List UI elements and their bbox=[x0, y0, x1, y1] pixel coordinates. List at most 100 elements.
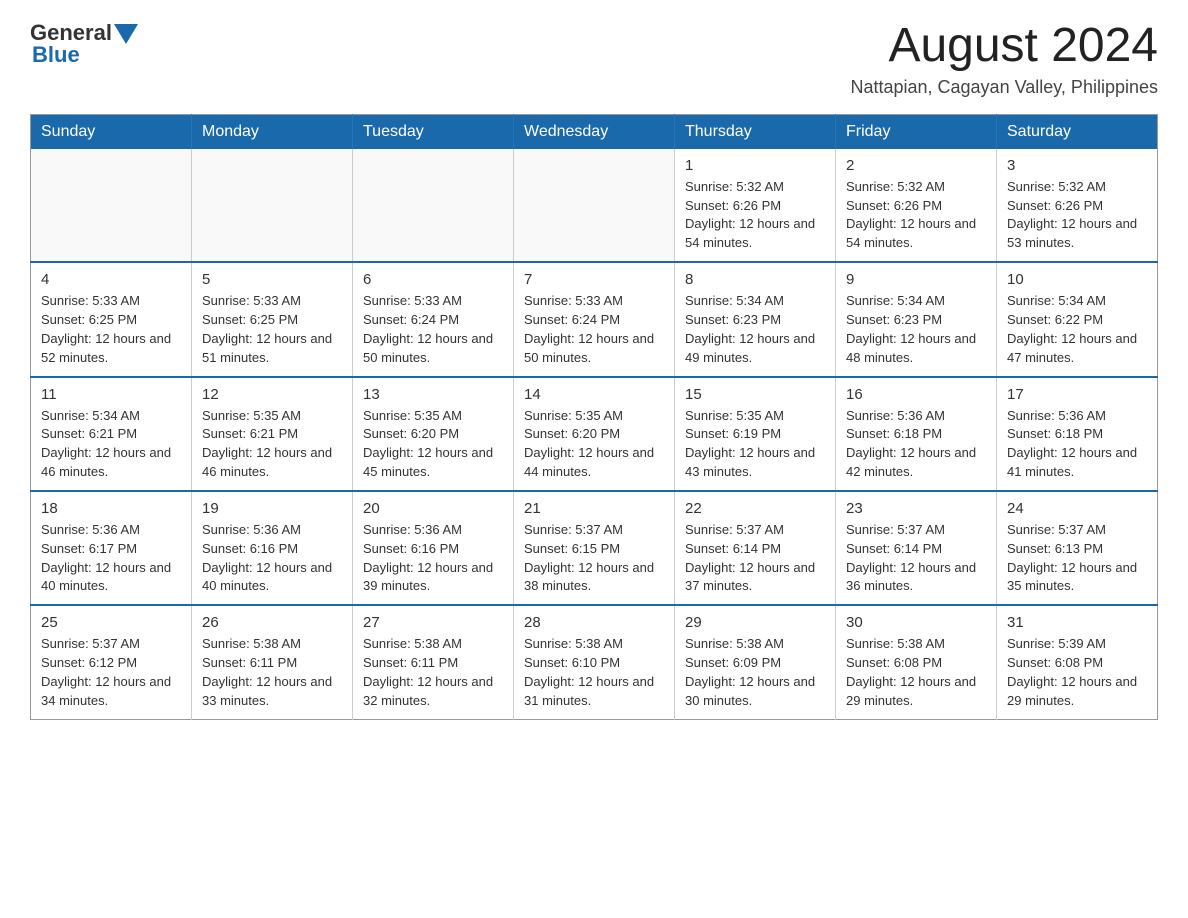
logo-blue-text: Blue bbox=[32, 42, 80, 68]
calendar-cell: 4Sunrise: 5:33 AM Sunset: 6:25 PM Daylig… bbox=[31, 262, 192, 376]
day-number: 24 bbox=[1007, 500, 1147, 517]
calendar-cell: 23 Sunrise: 5:37 AM Sunset: 6:14 PM Dayli… bbox=[836, 491, 997, 605]
day-number: 26 bbox=[202, 614, 342, 631]
day-info: Sunrise: 5:37 AM Sunset: 6:13 PM Dayligh… bbox=[1007, 521, 1147, 596]
day-info: Sunrise: 5:34 AM Sunset: 6:23 PM Dayligh… bbox=[846, 292, 986, 367]
calendar-week-row: 11Sunrise: 5:34 AM Sunset: 6:21 PM Dayli… bbox=[31, 377, 1158, 491]
calendar-cell bbox=[353, 149, 514, 262]
calendar-week-row: 25 Sunrise: 5:37 AM Sunset: 6:12 PM Dayli… bbox=[31, 605, 1158, 719]
calendar-cell: 6 Sunrise: 5:33 AM Sunset: 6:24 PM Daylig… bbox=[353, 262, 514, 376]
calendar-cell: 21 Sunrise: 5:37 AM Sunset: 6:15 PM Dayli… bbox=[514, 491, 675, 605]
day-info: Sunrise: 5:32 AM Sunset: 6:26 PM Dayligh… bbox=[1007, 178, 1147, 253]
day-number: 11 bbox=[41, 386, 181, 403]
day-info: Sunrise: 5:37 AM Sunset: 6:12 PM Dayligh… bbox=[41, 635, 181, 710]
day-info: Sunrise: 5:35 AM Sunset: 6:20 PM Dayligh… bbox=[363, 407, 503, 482]
weekday-header-monday: Monday bbox=[192, 114, 353, 149]
day-info: Sunrise: 5:38 AM Sunset: 6:08 PM Dayligh… bbox=[846, 635, 986, 710]
day-number: 12 bbox=[202, 386, 342, 403]
calendar-cell: 31 Sunrise: 5:39 AM Sunset: 6:08 PM Dayli… bbox=[997, 605, 1158, 719]
day-info: Sunrise: 5:35 AM Sunset: 6:20 PM Dayligh… bbox=[524, 407, 664, 482]
day-number: 19 bbox=[202, 500, 342, 517]
day-info: Sunrise: 5:38 AM Sunset: 6:11 PM Dayligh… bbox=[202, 635, 342, 710]
calendar-cell: 11Sunrise: 5:34 AM Sunset: 6:21 PM Dayli… bbox=[31, 377, 192, 491]
day-info: Sunrise: 5:37 AM Sunset: 6:14 PM Dayligh… bbox=[846, 521, 986, 596]
day-number: 25 bbox=[41, 614, 181, 631]
day-info: Sunrise: 5:36 AM Sunset: 6:17 PM Dayligh… bbox=[41, 521, 181, 596]
day-number: 9 bbox=[846, 271, 986, 288]
calendar-cell: 19Sunrise: 5:36 AM Sunset: 6:16 PM Dayli… bbox=[192, 491, 353, 605]
weekday-header-thursday: Thursday bbox=[675, 114, 836, 149]
day-info: Sunrise: 5:37 AM Sunset: 6:15 PM Dayligh… bbox=[524, 521, 664, 596]
calendar-cell: 13 Sunrise: 5:35 AM Sunset: 6:20 PM Dayli… bbox=[353, 377, 514, 491]
day-number: 15 bbox=[685, 386, 825, 403]
day-number: 21 bbox=[524, 500, 664, 517]
calendar-table: SundayMondayTuesdayWednesdayThursdayFrid… bbox=[30, 114, 1158, 720]
day-number: 20 bbox=[363, 500, 503, 517]
day-info: Sunrise: 5:32 AM Sunset: 6:26 PM Dayligh… bbox=[685, 178, 825, 253]
calendar-week-row: 4Sunrise: 5:33 AM Sunset: 6:25 PM Daylig… bbox=[31, 262, 1158, 376]
day-info: Sunrise: 5:35 AM Sunset: 6:21 PM Dayligh… bbox=[202, 407, 342, 482]
day-info: Sunrise: 5:35 AM Sunset: 6:19 PM Dayligh… bbox=[685, 407, 825, 482]
day-info: Sunrise: 5:37 AM Sunset: 6:14 PM Dayligh… bbox=[685, 521, 825, 596]
calendar-cell: 24 Sunrise: 5:37 AM Sunset: 6:13 PM Dayli… bbox=[997, 491, 1158, 605]
day-number: 27 bbox=[363, 614, 503, 631]
day-number: 5 bbox=[202, 271, 342, 288]
calendar-cell bbox=[514, 149, 675, 262]
calendar-cell: 30 Sunrise: 5:38 AM Sunset: 6:08 PM Dayli… bbox=[836, 605, 997, 719]
calendar-cell: 14 Sunrise: 5:35 AM Sunset: 6:20 PM Dayli… bbox=[514, 377, 675, 491]
calendar-cell: 18Sunrise: 5:36 AM Sunset: 6:17 PM Dayli… bbox=[31, 491, 192, 605]
calendar-cell: 9 Sunrise: 5:34 AM Sunset: 6:23 PM Daylig… bbox=[836, 262, 997, 376]
calendar-week-row: 1Sunrise: 5:32 AM Sunset: 6:26 PM Daylig… bbox=[31, 149, 1158, 262]
calendar-cell bbox=[31, 149, 192, 262]
calendar-cell: 12 Sunrise: 5:35 AM Sunset: 6:21 PM Dayli… bbox=[192, 377, 353, 491]
calendar-cell: 25 Sunrise: 5:37 AM Sunset: 6:12 PM Dayli… bbox=[31, 605, 192, 719]
title-section: August 2024 Nattapian, Cagayan Valley, P… bbox=[850, 20, 1158, 98]
day-number: 2 bbox=[846, 157, 986, 174]
weekday-header-tuesday: Tuesday bbox=[353, 114, 514, 149]
calendar-cell: 16Sunrise: 5:36 AM Sunset: 6:18 PM Dayli… bbox=[836, 377, 997, 491]
day-number: 10 bbox=[1007, 271, 1147, 288]
day-number: 6 bbox=[363, 271, 503, 288]
day-info: Sunrise: 5:39 AM Sunset: 6:08 PM Dayligh… bbox=[1007, 635, 1147, 710]
day-number: 31 bbox=[1007, 614, 1147, 631]
logo: General Blue bbox=[30, 20, 138, 68]
day-number: 3 bbox=[1007, 157, 1147, 174]
weekday-header-friday: Friday bbox=[836, 114, 997, 149]
day-number: 14 bbox=[524, 386, 664, 403]
logo-triangle-icon bbox=[114, 24, 138, 44]
day-info: Sunrise: 5:36 AM Sunset: 6:18 PM Dayligh… bbox=[1007, 407, 1147, 482]
weekday-header-sunday: Sunday bbox=[31, 114, 192, 149]
calendar-cell: 3 Sunrise: 5:32 AM Sunset: 6:26 PM Daylig… bbox=[997, 149, 1158, 262]
calendar-header-row: SundayMondayTuesdayWednesdayThursdayFrid… bbox=[31, 114, 1158, 149]
day-info: Sunrise: 5:34 AM Sunset: 6:23 PM Dayligh… bbox=[685, 292, 825, 367]
day-number: 22 bbox=[685, 500, 825, 517]
month-year-title: August 2024 bbox=[850, 20, 1158, 73]
day-number: 30 bbox=[846, 614, 986, 631]
calendar-cell: 20Sunrise: 5:36 AM Sunset: 6:16 PM Dayli… bbox=[353, 491, 514, 605]
day-number: 13 bbox=[363, 386, 503, 403]
page-header: General Blue August 2024 Nattapian, Caga… bbox=[30, 20, 1158, 98]
day-info: Sunrise: 5:38 AM Sunset: 6:09 PM Dayligh… bbox=[685, 635, 825, 710]
day-number: 29 bbox=[685, 614, 825, 631]
day-number: 7 bbox=[524, 271, 664, 288]
calendar-week-row: 18Sunrise: 5:36 AM Sunset: 6:17 PM Dayli… bbox=[31, 491, 1158, 605]
weekday-header-saturday: Saturday bbox=[997, 114, 1158, 149]
day-info: Sunrise: 5:38 AM Sunset: 6:11 PM Dayligh… bbox=[363, 635, 503, 710]
calendar-cell: 26 Sunrise: 5:38 AM Sunset: 6:11 PM Dayli… bbox=[192, 605, 353, 719]
day-info: Sunrise: 5:33 AM Sunset: 6:24 PM Dayligh… bbox=[363, 292, 503, 367]
calendar-cell: 2 Sunrise: 5:32 AM Sunset: 6:26 PM Daylig… bbox=[836, 149, 997, 262]
day-info: Sunrise: 5:38 AM Sunset: 6:10 PM Dayligh… bbox=[524, 635, 664, 710]
weekday-header-wednesday: Wednesday bbox=[514, 114, 675, 149]
calendar-cell bbox=[192, 149, 353, 262]
day-number: 23 bbox=[846, 500, 986, 517]
day-info: Sunrise: 5:32 AM Sunset: 6:26 PM Dayligh… bbox=[846, 178, 986, 253]
day-info: Sunrise: 5:33 AM Sunset: 6:24 PM Dayligh… bbox=[524, 292, 664, 367]
day-info: Sunrise: 5:34 AM Sunset: 6:22 PM Dayligh… bbox=[1007, 292, 1147, 367]
calendar-cell: 7 Sunrise: 5:33 AM Sunset: 6:24 PM Daylig… bbox=[514, 262, 675, 376]
calendar-cell: 8Sunrise: 5:34 AM Sunset: 6:23 PM Daylig… bbox=[675, 262, 836, 376]
calendar-cell: 17 Sunrise: 5:36 AM Sunset: 6:18 PM Dayli… bbox=[997, 377, 1158, 491]
calendar-cell: 28 Sunrise: 5:38 AM Sunset: 6:10 PM Dayli… bbox=[514, 605, 675, 719]
day-number: 28 bbox=[524, 614, 664, 631]
calendar-cell: 27 Sunrise: 5:38 AM Sunset: 6:11 PM Dayli… bbox=[353, 605, 514, 719]
day-number: 17 bbox=[1007, 386, 1147, 403]
